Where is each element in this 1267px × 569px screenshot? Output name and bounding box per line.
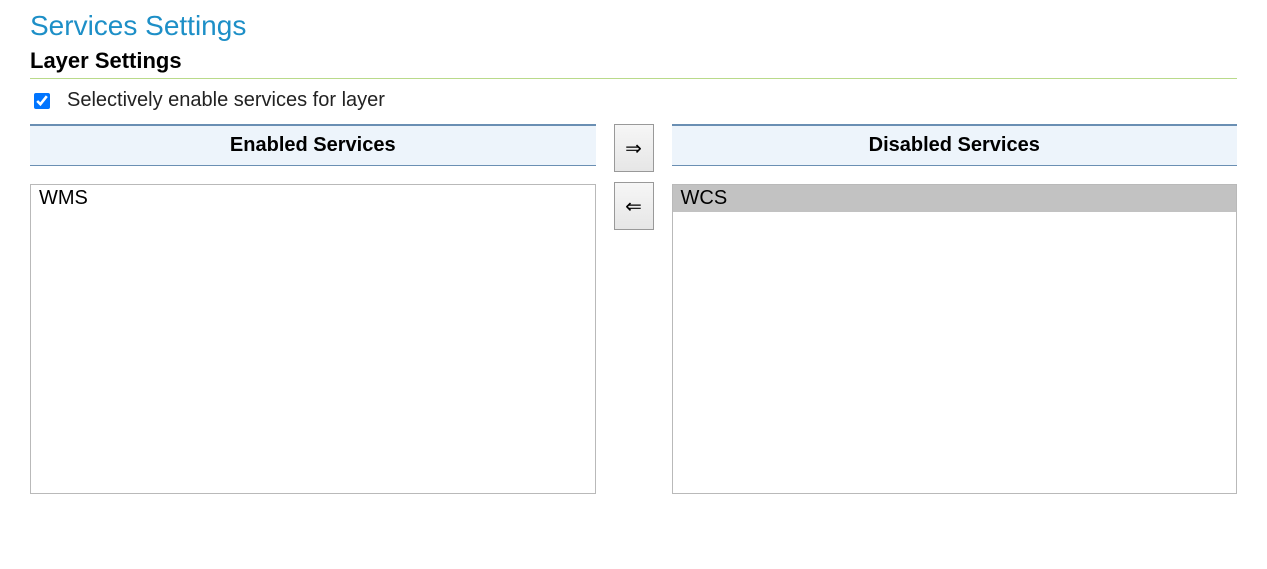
selective-enable-row: Selectively enable services for layer xyxy=(30,89,1237,112)
move-right-button[interactable]: ⇒ xyxy=(614,124,654,172)
arrow-left-icon: ⇐ xyxy=(625,194,642,219)
section-title: Layer Settings xyxy=(30,48,1237,74)
transfer-arrows: ⇒ ⇐ xyxy=(614,124,654,230)
page-title: Services Settings xyxy=(30,10,1237,42)
arrow-right-icon: ⇒ xyxy=(625,136,642,161)
section-divider xyxy=(30,78,1237,79)
disabled-services-panel: Disabled Services WCS xyxy=(672,124,1238,494)
services-panels: Enabled Services WMS ⇒ ⇐ Disabled Servic… xyxy=(30,124,1237,494)
disabled-services-listbox[interactable]: WCS xyxy=(672,184,1238,494)
disabled-services-header: Disabled Services xyxy=(672,124,1238,166)
move-left-button[interactable]: ⇐ xyxy=(614,182,654,230)
enabled-services-header: Enabled Services xyxy=(30,124,596,166)
selective-enable-label[interactable]: Selectively enable services for layer xyxy=(67,89,385,112)
list-item[interactable]: WCS xyxy=(673,185,1237,212)
list-item[interactable]: WMS xyxy=(31,185,595,212)
selective-enable-checkbox[interactable] xyxy=(34,93,50,109)
enabled-services-panel: Enabled Services WMS xyxy=(30,124,596,494)
enabled-services-listbox[interactable]: WMS xyxy=(30,184,596,494)
